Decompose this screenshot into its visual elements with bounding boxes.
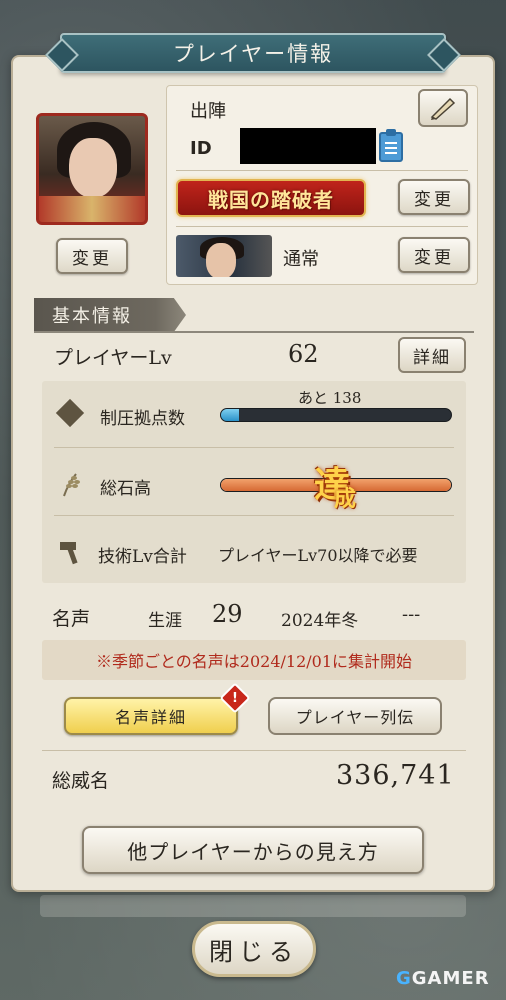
player-avatar[interactable] <box>36 113 148 225</box>
watermark-logo: G <box>396 968 412 989</box>
info-divider-1 <box>176 170 468 171</box>
conquest-progress-bar <box>220 408 452 422</box>
display-portrait <box>176 235 272 277</box>
player-title-badge: 戦国の踏破者 <box>176 179 366 217</box>
koku-label: 総石高 <box>100 479 151 499</box>
conquest-remaining: あと 138 <box>298 389 362 407</box>
fame-label: 名声 <box>52 608 91 630</box>
pen-icon <box>430 97 456 120</box>
level-detail-button[interactable]: 詳細 <box>398 337 466 373</box>
tech-label: 技術Lv合計 <box>98 547 187 567</box>
player-level-label: プレイヤーLv <box>54 347 172 369</box>
avatar-change-button[interactable]: 変更 <box>56 238 128 274</box>
hammer-icon <box>60 542 78 565</box>
fame-season-label: 2024年冬 <box>281 611 359 631</box>
close-button[interactable]: 閉じる <box>192 921 316 977</box>
stats-divider-1 <box>54 447 454 448</box>
achieved-stamp-sub: 成 <box>334 486 357 512</box>
clipboard-icon[interactable] <box>379 129 403 162</box>
rice-icon <box>63 473 80 497</box>
fame-career-label: 生涯 <box>148 611 182 631</box>
alert-mark: ! <box>232 690 238 706</box>
panel-title: プレイヤー情報 <box>60 33 446 73</box>
conquest-label: 制圧拠点数 <box>100 409 185 429</box>
total-prestige-value: 336,741 <box>336 760 455 791</box>
fame-career-value: 29 <box>212 600 243 628</box>
conquest-progress-fill <box>221 409 240 421</box>
stats-divider-2 <box>54 515 454 516</box>
sortie-label: 出陣 <box>190 101 226 122</box>
player-level-value: 62 <box>288 340 319 368</box>
basic-info-section-title: 基本情報 <box>34 298 186 332</box>
avatar-face <box>69 138 117 198</box>
total-divider <box>42 750 466 751</box>
edit-name-button[interactable] <box>418 89 468 127</box>
id-label: ID <box>190 138 212 159</box>
watermark-text: GAMER <box>411 968 490 989</box>
display-mode-label: 通常 <box>283 249 319 270</box>
info-divider-2 <box>176 226 468 227</box>
title-change-button[interactable]: 変更 <box>398 179 470 215</box>
view-as-others-button[interactable]: 他プレイヤーからの見え方 <box>82 826 424 874</box>
fame-detail-button[interactable]: 名声詳細 <box>64 697 238 735</box>
total-prestige-label: 総威名 <box>52 770 110 792</box>
avatar-collar <box>39 196 145 222</box>
watermark: GGAMER <box>396 968 490 989</box>
section-divider <box>34 331 474 333</box>
tech-note: プレイヤーLv70以降で必要 <box>218 546 418 565</box>
player-id-redacted <box>240 128 376 164</box>
fame-season-value: --- <box>402 604 421 625</box>
player-chronicle-button[interactable]: プレイヤー列伝 <box>268 697 442 735</box>
background-strip <box>40 895 466 917</box>
display-change-button[interactable]: 変更 <box>398 237 470 273</box>
fame-notice: ※季節ごとの名声は2024/12/01に集計開始 <box>42 640 466 680</box>
